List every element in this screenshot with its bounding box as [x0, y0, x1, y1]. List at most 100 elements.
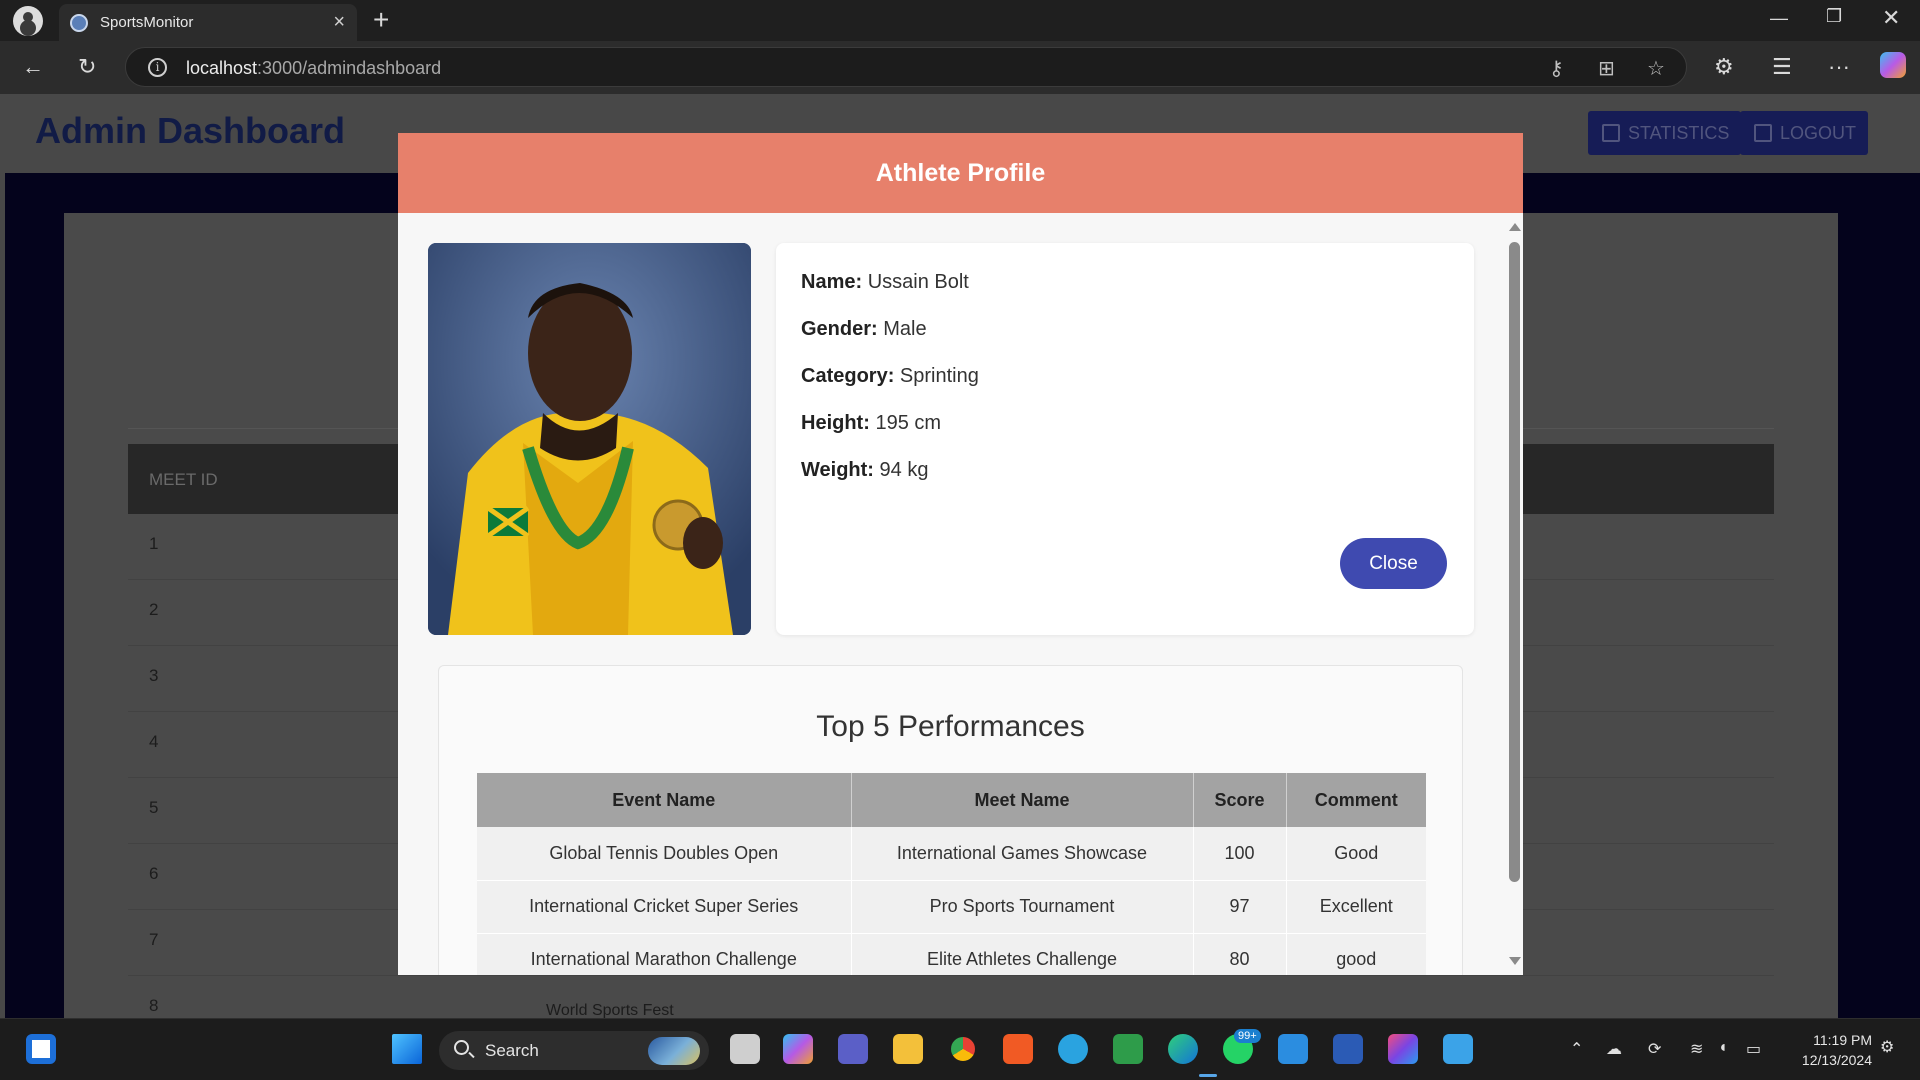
clock-time: 11:19 PM — [1813, 1032, 1872, 1048]
notepad-icon[interactable] — [1443, 1034, 1473, 1064]
table-row: Global Tennis Doubles Open International… — [477, 827, 1426, 881]
statistics-button[interactable]: STATISTICS — [1588, 111, 1742, 155]
apps-icon[interactable]: ⊞ — [1598, 56, 1615, 81]
edge-icon[interactable] — [1168, 1034, 1198, 1064]
extensions-icon[interactable]: ⚙ — [1714, 54, 1734, 80]
table-row[interactable]: 8 — [128, 976, 1774, 1018]
event-name-cell: International Cricket Super Series — [477, 880, 852, 934]
performances-header-row: Event Name Meet Name Score Comment — [477, 773, 1426, 827]
height-field: Height: 195 cm — [801, 412, 942, 434]
scroll-up-icon[interactable] — [1509, 223, 1521, 231]
logout-button[interactable]: LOGOUT — [1740, 111, 1869, 155]
copilot-taskbar-icon[interactable] — [783, 1034, 813, 1064]
meet-name-cell: Elite Athletes Challenge — [851, 933, 1194, 975]
table-row: International Marathon Challenge Elite A… — [477, 933, 1426, 975]
modal-title: Athlete Profile — [398, 133, 1523, 213]
gender-field: Gender: Male — [801, 318, 927, 340]
show-hidden-icons-icon[interactable]: ⌃ — [1570, 1039, 1583, 1059]
key-icon[interactable]: ⚷ — [1549, 56, 1564, 81]
telegram-icon[interactable] — [1058, 1034, 1088, 1064]
column-header-meet: Meet Name — [851, 773, 1194, 827]
back-icon[interactable]: ← — [22, 54, 44, 80]
site-info-icon[interactable]: i — [148, 58, 167, 77]
comment-cell: good — [1286, 933, 1426, 975]
whatsapp-badge: 99+ — [1234, 1029, 1261, 1043]
score-cell: 97 — [1193, 880, 1287, 934]
more-menu-icon[interactable]: ··· — [1828, 54, 1850, 80]
browser-tab[interactable]: SportsMonitor × — [59, 4, 357, 41]
brave-icon[interactable] — [1003, 1034, 1033, 1064]
minimize-icon[interactable]: — — [1770, 8, 1788, 29]
onedrive-icon[interactable]: ☁ — [1606, 1039, 1622, 1059]
comment-cell: Good — [1286, 827, 1426, 881]
scrollbar-thumb[interactable] — [1509, 242, 1520, 882]
url-text[interactable]: localhost:3000/admindashboard — [186, 58, 441, 79]
column-header-score: Score — [1193, 773, 1287, 827]
score-cell: 80 — [1193, 933, 1287, 975]
chrome-icon[interactable] — [948, 1034, 978, 1064]
score-cell: 100 — [1193, 827, 1287, 881]
favorite-star-icon[interactable]: ☆ — [1647, 56, 1665, 81]
weight-field: Weight: 94 kg — [801, 459, 929, 481]
clock-date: 12/13/2024 — [1801, 1052, 1872, 1068]
table-row: International Cricket Super Series Pro S… — [477, 880, 1426, 934]
search-icon — [454, 1040, 469, 1055]
athlete-photo — [428, 243, 751, 635]
browser-nav-bar: ← ↻ i localhost:3000/admindashboard ⚷ ⊞ … — [0, 41, 1920, 94]
chart-icon — [1602, 124, 1620, 142]
sync-icon[interactable]: ⟳ — [1648, 1039, 1661, 1059]
taskbar-search[interactable]: Search — [439, 1031, 709, 1070]
meet-name-cell: Pro Sports Tournament — [851, 880, 1194, 934]
modal-body: Name: Ussain Bolt Gender: Male Category:… — [398, 213, 1523, 975]
wifi-icon[interactable]: ≋ — [1690, 1039, 1703, 1059]
close-button[interactable]: Close — [1340, 538, 1447, 589]
event-name-cell: International Marathon Challenge — [477, 933, 852, 975]
taskbar: Search 99+ ⌃ ☁ ⟳ ≋ ◖ ▭ 11:19 PM 12/13/20… — [0, 1018, 1920, 1080]
search-label: Search — [485, 1041, 539, 1060]
copilot-icon[interactable] — [1880, 52, 1906, 78]
search-highlight-icon — [648, 1037, 700, 1065]
athlete-info-card: Name: Ussain Bolt Gender: Male Category:… — [776, 243, 1474, 635]
vscode-icon[interactable] — [1278, 1034, 1308, 1064]
meet-id-header: MEET ID — [149, 470, 218, 489]
performances-card: Top 5 Performances Event Name Meet Name … — [438, 665, 1463, 975]
window-close-icon[interactable]: ✕ — [1882, 5, 1900, 31]
notifications-icon[interactable]: ⚙ — [1880, 1037, 1894, 1057]
performances-table: Event Name Meet Name Score Comment Globa… — [477, 773, 1426, 975]
partial-event-name: World Sports Fest — [546, 1002, 674, 1018]
teams-icon[interactable] — [838, 1034, 868, 1064]
battery-icon[interactable]: ▭ — [1746, 1039, 1761, 1059]
refresh-icon[interactable]: ↻ — [78, 54, 96, 80]
intellij-icon[interactable] — [1388, 1034, 1418, 1064]
file-explorer-icon[interactable] — [893, 1034, 923, 1064]
browser-tab-bar: SportsMonitor × + — ❐ ✕ — [0, 0, 1920, 41]
athlete-profile-modal: Athlete Profile Name: Ussain Bolt Gender… — [398, 133, 1523, 975]
tab-favicon-icon — [70, 14, 88, 32]
tab-close-icon[interactable]: × — [333, 11, 345, 34]
volume-icon[interactable]: ◖ — [1718, 1039, 1728, 1057]
page-title: Admin Dashboard — [35, 110, 346, 151]
modal-scrollbar[interactable] — [1506, 213, 1523, 975]
word-icon[interactable] — [1333, 1034, 1363, 1064]
address-bar[interactable]: i localhost:3000/admindashboard ⚷ ⊞ ☆ — [125, 47, 1687, 87]
widgets-icon[interactable] — [26, 1034, 56, 1064]
favorites-icon[interactable]: ☰ — [1772, 54, 1792, 80]
restore-icon[interactable]: ❐ — [1826, 6, 1842, 27]
category-field: Category: Sprinting — [801, 365, 979, 387]
task-view-icon[interactable] — [730, 1034, 760, 1064]
name-field: Name: Ussain Bolt — [801, 271, 969, 293]
column-header-event: Event Name — [477, 773, 852, 827]
new-tab-icon[interactable]: + — [373, 4, 389, 36]
profile-avatar-icon[interactable] — [13, 6, 43, 36]
column-header-comment: Comment — [1286, 773, 1426, 827]
comment-cell: Excellent — [1286, 880, 1426, 934]
tab-title: SportsMonitor — [100, 14, 194, 31]
taskbar-clock[interactable]: 11:19 PM 12/13/2024 — [1782, 1030, 1872, 1070]
meet-icon[interactable] — [1113, 1034, 1143, 1064]
performances-title: Top 5 Performances — [816, 710, 1085, 743]
meet-name-cell: International Games Showcase — [851, 827, 1194, 881]
scroll-down-icon[interactable] — [1509, 957, 1521, 965]
event-name-cell: Global Tennis Doubles Open — [477, 827, 852, 881]
start-icon[interactable] — [392, 1034, 422, 1064]
logout-icon — [1754, 124, 1772, 142]
